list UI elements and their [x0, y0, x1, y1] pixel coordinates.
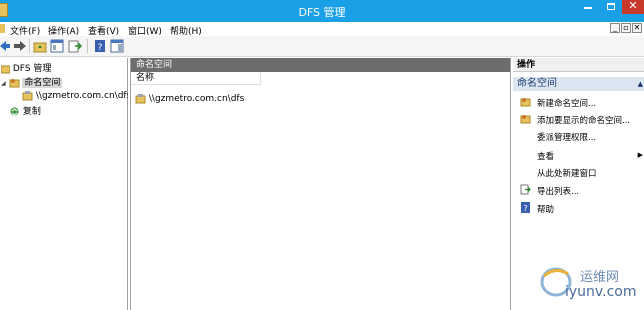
- help-button[interactable]: ?: [93, 39, 108, 53]
- toolbar-separator: [87, 39, 88, 53]
- tree-item-replication[interactable]: 复制: [9, 104, 41, 117]
- show-action-pane-button[interactable]: [110, 39, 125, 53]
- mdi-close-button[interactable]: ✕: [632, 23, 642, 33]
- up-level-button[interactable]: [33, 39, 48, 53]
- new-namespace-icon: [520, 98, 531, 107]
- close-button[interactable]: ✕: [622, 0, 644, 14]
- maximize-icon: [606, 3, 615, 10]
- export-list-icon: [68, 40, 83, 53]
- actions-section-namespaces[interactable]: 命名空间 ▲: [513, 77, 644, 91]
- list-item[interactable]: \\gzmetro.com.cn\dfs: [135, 93, 244, 104]
- svg-text:?: ?: [523, 204, 527, 213]
- replication-icon: [10, 107, 19, 116]
- watermark-text: 运维网: [580, 270, 620, 285]
- column-header-name[interactable]: 名称: [131, 72, 261, 85]
- action-pane-icon: [110, 39, 124, 53]
- forward-button[interactable]: [12, 39, 27, 53]
- result-pane-title: 命名空间: [131, 58, 510, 72]
- namespace-root-icon: [135, 94, 146, 104]
- tree-namespaces-label: 命名空间: [22, 78, 63, 88]
- toolbar-separator: [29, 39, 30, 53]
- menu-app-icon: [0, 24, 5, 33]
- action-delegate-permissions[interactable]: 委派管理权限...: [537, 131, 596, 143]
- namespace-folder-icon: [9, 79, 19, 88]
- action-add-namespace-to-display[interactable]: 添加要显示的命名空间...: [537, 114, 630, 126]
- watermark-url: iyunv.com: [565, 284, 637, 300]
- forward-arrow-icon: [14, 41, 26, 51]
- close-icon: ✕: [628, 0, 638, 12]
- mdi-restore-button[interactable]: ▫: [621, 23, 631, 33]
- tree-root-label: DFS 管理: [12, 64, 52, 74]
- title-bar: DFS 管理 ✕: [0, 0, 644, 22]
- expand-arrow-icon[interactable]: ◢: [1, 80, 6, 87]
- list-item-name: \\gzmetro.com.cn\dfs: [148, 94, 245, 104]
- export-icon: [520, 184, 531, 195]
- actions-pane-title: 操作: [513, 58, 644, 72]
- tree-root-dfs[interactable]: DFS 管理: [1, 61, 51, 74]
- result-pane: 命名空间 名称 \\gzmetro.com.cn\dfs: [130, 58, 511, 310]
- namespace-root-icon: [22, 91, 33, 101]
- console-tree: DFS 管理 ◢ 命名空间 \\gzmetro.com.cn\dfs 复制: [0, 58, 128, 310]
- add-namespace-icon: [520, 115, 531, 124]
- mdi-minimize-button[interactable]: _: [610, 23, 620, 33]
- action-help[interactable]: 帮助: [537, 203, 554, 215]
- menu-bar: 文件(F) 操作(A) 查看(V) 窗口(W) 帮助(H) _ ▫ ✕: [0, 22, 644, 37]
- action-new-window-from-here[interactable]: 从此处新建窗口: [537, 167, 597, 179]
- mdi-controls: _ ▫ ✕: [609, 23, 642, 33]
- collapse-arrow-icon[interactable]: ▲: [638, 77, 643, 91]
- actions-pane: 操作 命名空间 ▲ 新建命名空间... 添加要显示的命名空间... 委派管理权限…: [513, 58, 644, 310]
- window-title: DFS 管理: [298, 6, 346, 19]
- help-icon: ?: [521, 202, 530, 213]
- back-arrow-icon: [0, 41, 10, 51]
- minimize-icon: [583, 7, 592, 9]
- tree-item-namespace-root[interactable]: \\gzmetro.com.cn\dfs: [22, 90, 128, 101]
- action-view[interactable]: 查看: [537, 150, 554, 162]
- tree-item-namespaces[interactable]: ◢ 命名空间: [1, 75, 63, 88]
- svg-text:?: ?: [98, 43, 103, 53]
- export-list-button[interactable]: [68, 39, 83, 53]
- minimize-button[interactable]: [576, 0, 599, 14]
- toolbar: ?: [0, 36, 644, 57]
- tree-replication-label: 复制: [22, 107, 41, 117]
- maximize-button[interactable]: [599, 0, 622, 14]
- dfs-management-icon: [1, 65, 10, 73]
- action-new-namespace[interactable]: 新建命名空间...: [537, 97, 596, 109]
- show-hide-tree-button[interactable]: [50, 39, 65, 53]
- actions-section-label: 命名空间: [517, 78, 557, 89]
- help-icon: ?: [95, 40, 105, 53]
- submenu-arrow-icon: ▶: [637, 151, 643, 159]
- action-export-list[interactable]: 导出列表...: [537, 185, 579, 197]
- console-tree-icon: [50, 39, 64, 53]
- tree-namespace-root-label: \\gzmetro.com.cn\dfs: [35, 91, 128, 101]
- folder-up-icon: [33, 42, 47, 53]
